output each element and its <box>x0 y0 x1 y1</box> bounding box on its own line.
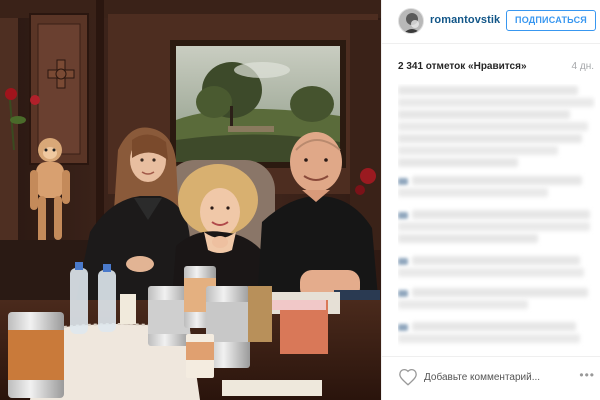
likes-count[interactable]: 2 341 отметок «Нравится» <box>398 61 527 72</box>
post-age[interactable]: 4 дн. <box>572 61 594 72</box>
redacted-text <box>398 158 518 167</box>
redacted-text <box>398 110 570 119</box>
photo-scene <box>0 0 381 400</box>
redacted-username[interactable] <box>398 290 408 297</box>
redacted-text <box>412 256 580 265</box>
redacted-text <box>398 234 538 243</box>
redacted-text <box>398 334 580 343</box>
redacted-text <box>398 86 578 95</box>
post-footer: ••• <box>382 356 600 400</box>
redacted-text <box>412 322 576 331</box>
redacted-username[interactable] <box>398 258 408 265</box>
redacted-text <box>398 134 582 143</box>
redacted-text <box>398 300 528 309</box>
redacted-text <box>412 288 588 297</box>
redacted-username[interactable] <box>398 324 408 331</box>
redacted-text <box>398 268 584 277</box>
redacted-text <box>398 122 588 131</box>
redacted-text <box>412 210 590 219</box>
ellipsis-icon[interactable]: ••• <box>579 368 595 382</box>
redacted-text <box>412 176 582 185</box>
redacted-text <box>398 222 590 231</box>
avatar[interactable] <box>398 8 424 34</box>
redacted-text <box>398 188 548 197</box>
redacted-username[interactable] <box>398 212 408 219</box>
heart-icon[interactable] <box>398 368 418 386</box>
author-username[interactable]: romantovstik <box>430 14 500 26</box>
redacted-text <box>398 98 594 107</box>
post-header: romantovstik ПОДПИСАТЬСЯ <box>382 0 600 44</box>
post-stats: 2 341 отметок «Нравится» 4 дн. <box>398 61 596 75</box>
redacted-text <box>398 146 558 155</box>
post-sidebar: romantovstik ПОДПИСАТЬСЯ 2 341 отметок «… <box>381 0 600 400</box>
post-photo[interactable] <box>0 0 381 400</box>
redacted-username[interactable] <box>398 178 408 185</box>
follow-button[interactable]: ПОДПИСАТЬСЯ <box>506 10 596 31</box>
comment-input[interactable] <box>424 367 574 387</box>
comments-list <box>398 84 596 352</box>
avatar-image <box>399 9 423 33</box>
